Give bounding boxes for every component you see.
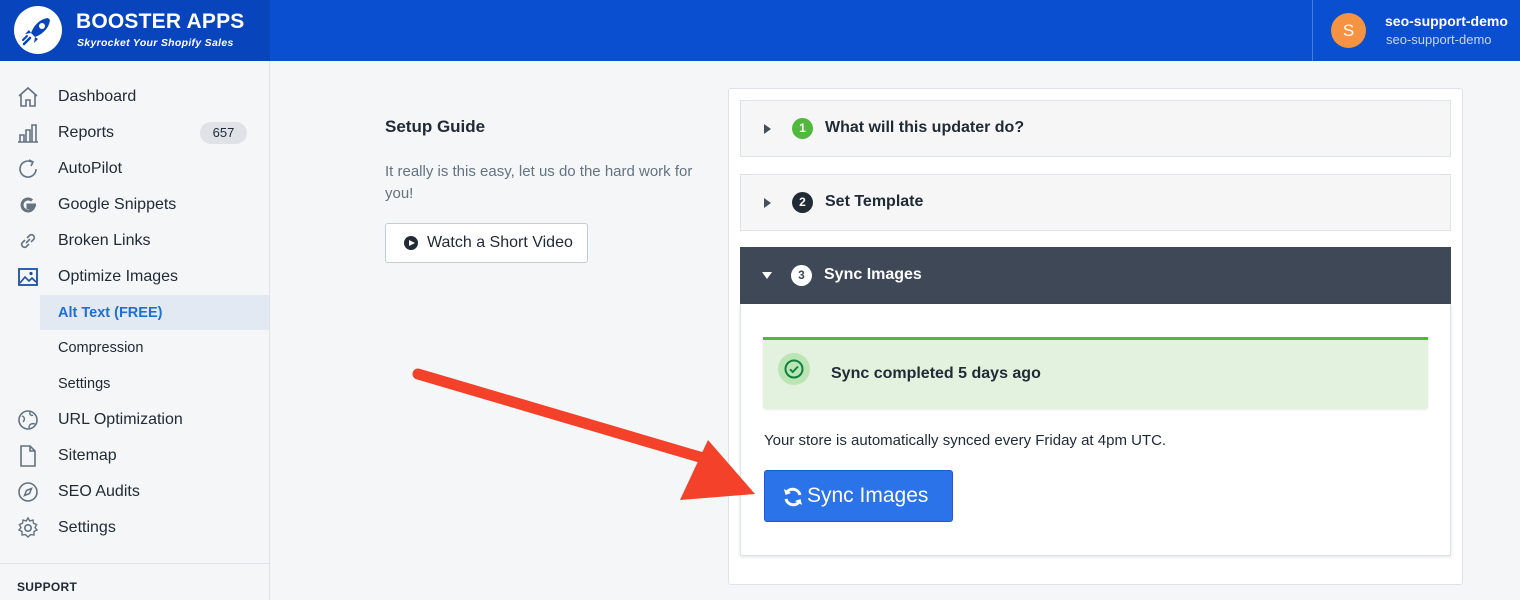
sidebar-subitem-label: Alt Text (FREE) [58, 305, 163, 321]
sidebar-subitem-compression[interactable]: Compression [40, 330, 269, 365]
setup-guide-description: It really is this easy, let us do the ha… [385, 163, 693, 202]
sidebar: Dashboard Reports 657 AutoPilot Google S… [0, 61, 270, 600]
sidebar-divider [0, 563, 269, 564]
caret-right-icon [764, 198, 771, 208]
user-name[interactable]: seo-support-demo [1385, 13, 1508, 29]
caret-down-icon [762, 272, 772, 279]
step-1-header[interactable]: 1 What will this updater do? [740, 100, 1451, 157]
sidebar-subitem-settings[interactable]: Settings [40, 366, 269, 401]
sidebar-item-label: SEO Audits [58, 483, 140, 500]
sidebar-item-label: URL Optimization [58, 411, 183, 428]
sidebar-item-label: Sitemap [58, 447, 117, 464]
sidebar-item-url-optimization[interactable]: URL Optimization [0, 402, 269, 436]
sidebar-subitem-label: Settings [58, 376, 111, 392]
play-icon [404, 236, 418, 250]
bar-chart-icon [18, 124, 38, 143]
sidebar-item-label: Settings [58, 519, 116, 536]
caret-right-icon [764, 124, 771, 134]
step-2-header[interactable]: 2 Set Template [740, 174, 1451, 231]
header-divider [1312, 0, 1313, 61]
refresh-arrow-icon [19, 159, 37, 178]
sidebar-item-label: Reports [58, 124, 115, 141]
user-shop: seo-support-demo [1386, 32, 1492, 47]
reports-count-badge: 657 [200, 122, 247, 144]
watch-video-label: Watch a Short Video [427, 234, 573, 251]
sidebar-item-label: Optimize Images [58, 268, 179, 285]
gear-icon [17, 516, 39, 538]
rocket-logo-icon [14, 6, 62, 54]
check-circle-icon [778, 353, 810, 385]
sidebar-item-label: AutoPilot [58, 160, 123, 177]
avatar[interactable]: S [1331, 13, 1366, 48]
sync-images-label: Sync Images [807, 484, 929, 507]
document-icon [20, 445, 36, 467]
sidebar-subitem-label: Compression [58, 340, 144, 356]
sidebar-subitem-alt-text[interactable]: Alt Text (FREE) [40, 295, 269, 330]
sidebar-item-broken-links[interactable]: Broken Links [0, 223, 269, 257]
sidebar-item-dashboard[interactable]: Dashboard [0, 79, 269, 113]
sync-status-message: Sync completed 5 days ago [831, 365, 1041, 382]
sidebar-item-settings[interactable]: Settings [0, 510, 269, 544]
sidebar-item-seo-audits[interactable]: SEO Audits [0, 474, 269, 508]
step-title: What will this updater do? [825, 119, 1025, 136]
sidebar-item-autopilot[interactable]: AutoPilot [0, 151, 269, 185]
sidebar-section-heading: SUPPORT [17, 580, 78, 594]
step-3-header[interactable]: 3 Sync Images [740, 247, 1451, 304]
sidebar-item-label: Broken Links [58, 232, 151, 249]
sync-status-banner: Sync completed 5 days ago [763, 337, 1428, 409]
sync-images-button[interactable]: Sync Images [764, 470, 953, 522]
sidebar-item-reports[interactable]: Reports 657 [0, 115, 269, 149]
link-icon [20, 233, 36, 249]
watch-video-button[interactable]: Watch a Short Video [385, 223, 588, 263]
sync-schedule-note: Your store is automatically synced every… [764, 432, 1167, 449]
google-icon [20, 197, 36, 213]
image-icon [18, 268, 38, 286]
brand-title: BOOSTER APPS [76, 10, 245, 33]
compass-icon [18, 482, 38, 502]
sidebar-item-optimize-images[interactable]: Optimize Images [0, 259, 269, 293]
step-number-badge: 2 [792, 192, 813, 213]
step-number-badge: 3 [791, 265, 812, 286]
globe-icon [18, 410, 38, 430]
sidebar-item-label: Google Snippets [58, 196, 177, 213]
sidebar-item-google-snippets[interactable]: Google Snippets [0, 187, 269, 221]
top-bar: BOOSTER APPS Skyrocket Your Shopify Sale… [0, 0, 1520, 61]
step-number-badge: 1 [792, 118, 813, 139]
home-icon [18, 86, 38, 107]
sidebar-item-label: Dashboard [58, 88, 137, 105]
brand-logo-area[interactable]: BOOSTER APPS Skyrocket Your Shopify Sale… [0, 0, 270, 61]
brand-tagline: Skyrocket Your Shopify Sales [77, 37, 234, 49]
step-title: Set Template [825, 193, 924, 210]
setup-guide-title: Setup Guide [385, 117, 486, 136]
sidebar-item-sitemap[interactable]: Sitemap [0, 438, 269, 472]
sync-icon [784, 487, 802, 507]
step-title: Sync Images [824, 266, 922, 283]
